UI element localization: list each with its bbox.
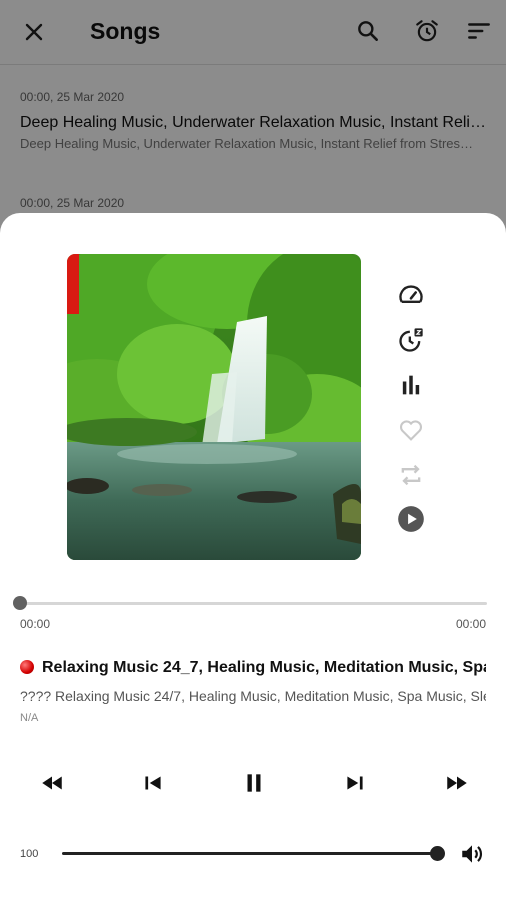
current-time: 00:00 — [20, 617, 51, 631]
volume-value: 100 — [20, 848, 39, 860]
volume-thumb[interactable] — [430, 846, 445, 861]
sleep-timer-icon[interactable] — [397, 326, 425, 354]
rewind-icon[interactable] — [39, 770, 65, 796]
red-circle-icon — [20, 660, 34, 674]
fast-forward-icon[interactable] — [444, 770, 470, 796]
equalizer-icon[interactable] — [397, 371, 425, 399]
waterfall-image — [67, 254, 361, 560]
repeat-icon[interactable] — [397, 461, 425, 489]
player-sheet: 00:00 00:00 Relaxing Music 24_7, Healing… — [0, 213, 506, 900]
seek-bar[interactable] — [20, 602, 487, 605]
seek-thumb[interactable] — [13, 596, 27, 610]
album-art — [67, 254, 361, 560]
volume-up-icon[interactable] — [459, 841, 485, 867]
favorite-heart-icon[interactable] — [397, 416, 425, 444]
pause-icon[interactable] — [241, 770, 267, 796]
skip-next-icon[interactable] — [342, 770, 368, 796]
speed-gauge-icon[interactable] — [397, 282, 425, 310]
total-time: 00:00 — [455, 617, 486, 631]
song-album: N/A — [20, 712, 39, 724]
volume-slider[interactable] — [62, 852, 438, 855]
song-title: Relaxing Music 24_7, Healing Music, Medi… — [20, 659, 486, 677]
song-artist: ???? Relaxing Music 24/7, Healing Music,… — [20, 688, 486, 704]
song-title-text: Relaxing Music 24_7, Healing Music, Medi… — [42, 659, 486, 676]
play-circle-icon[interactable] — [397, 505, 425, 533]
skip-previous-icon[interactable] — [140, 770, 166, 796]
